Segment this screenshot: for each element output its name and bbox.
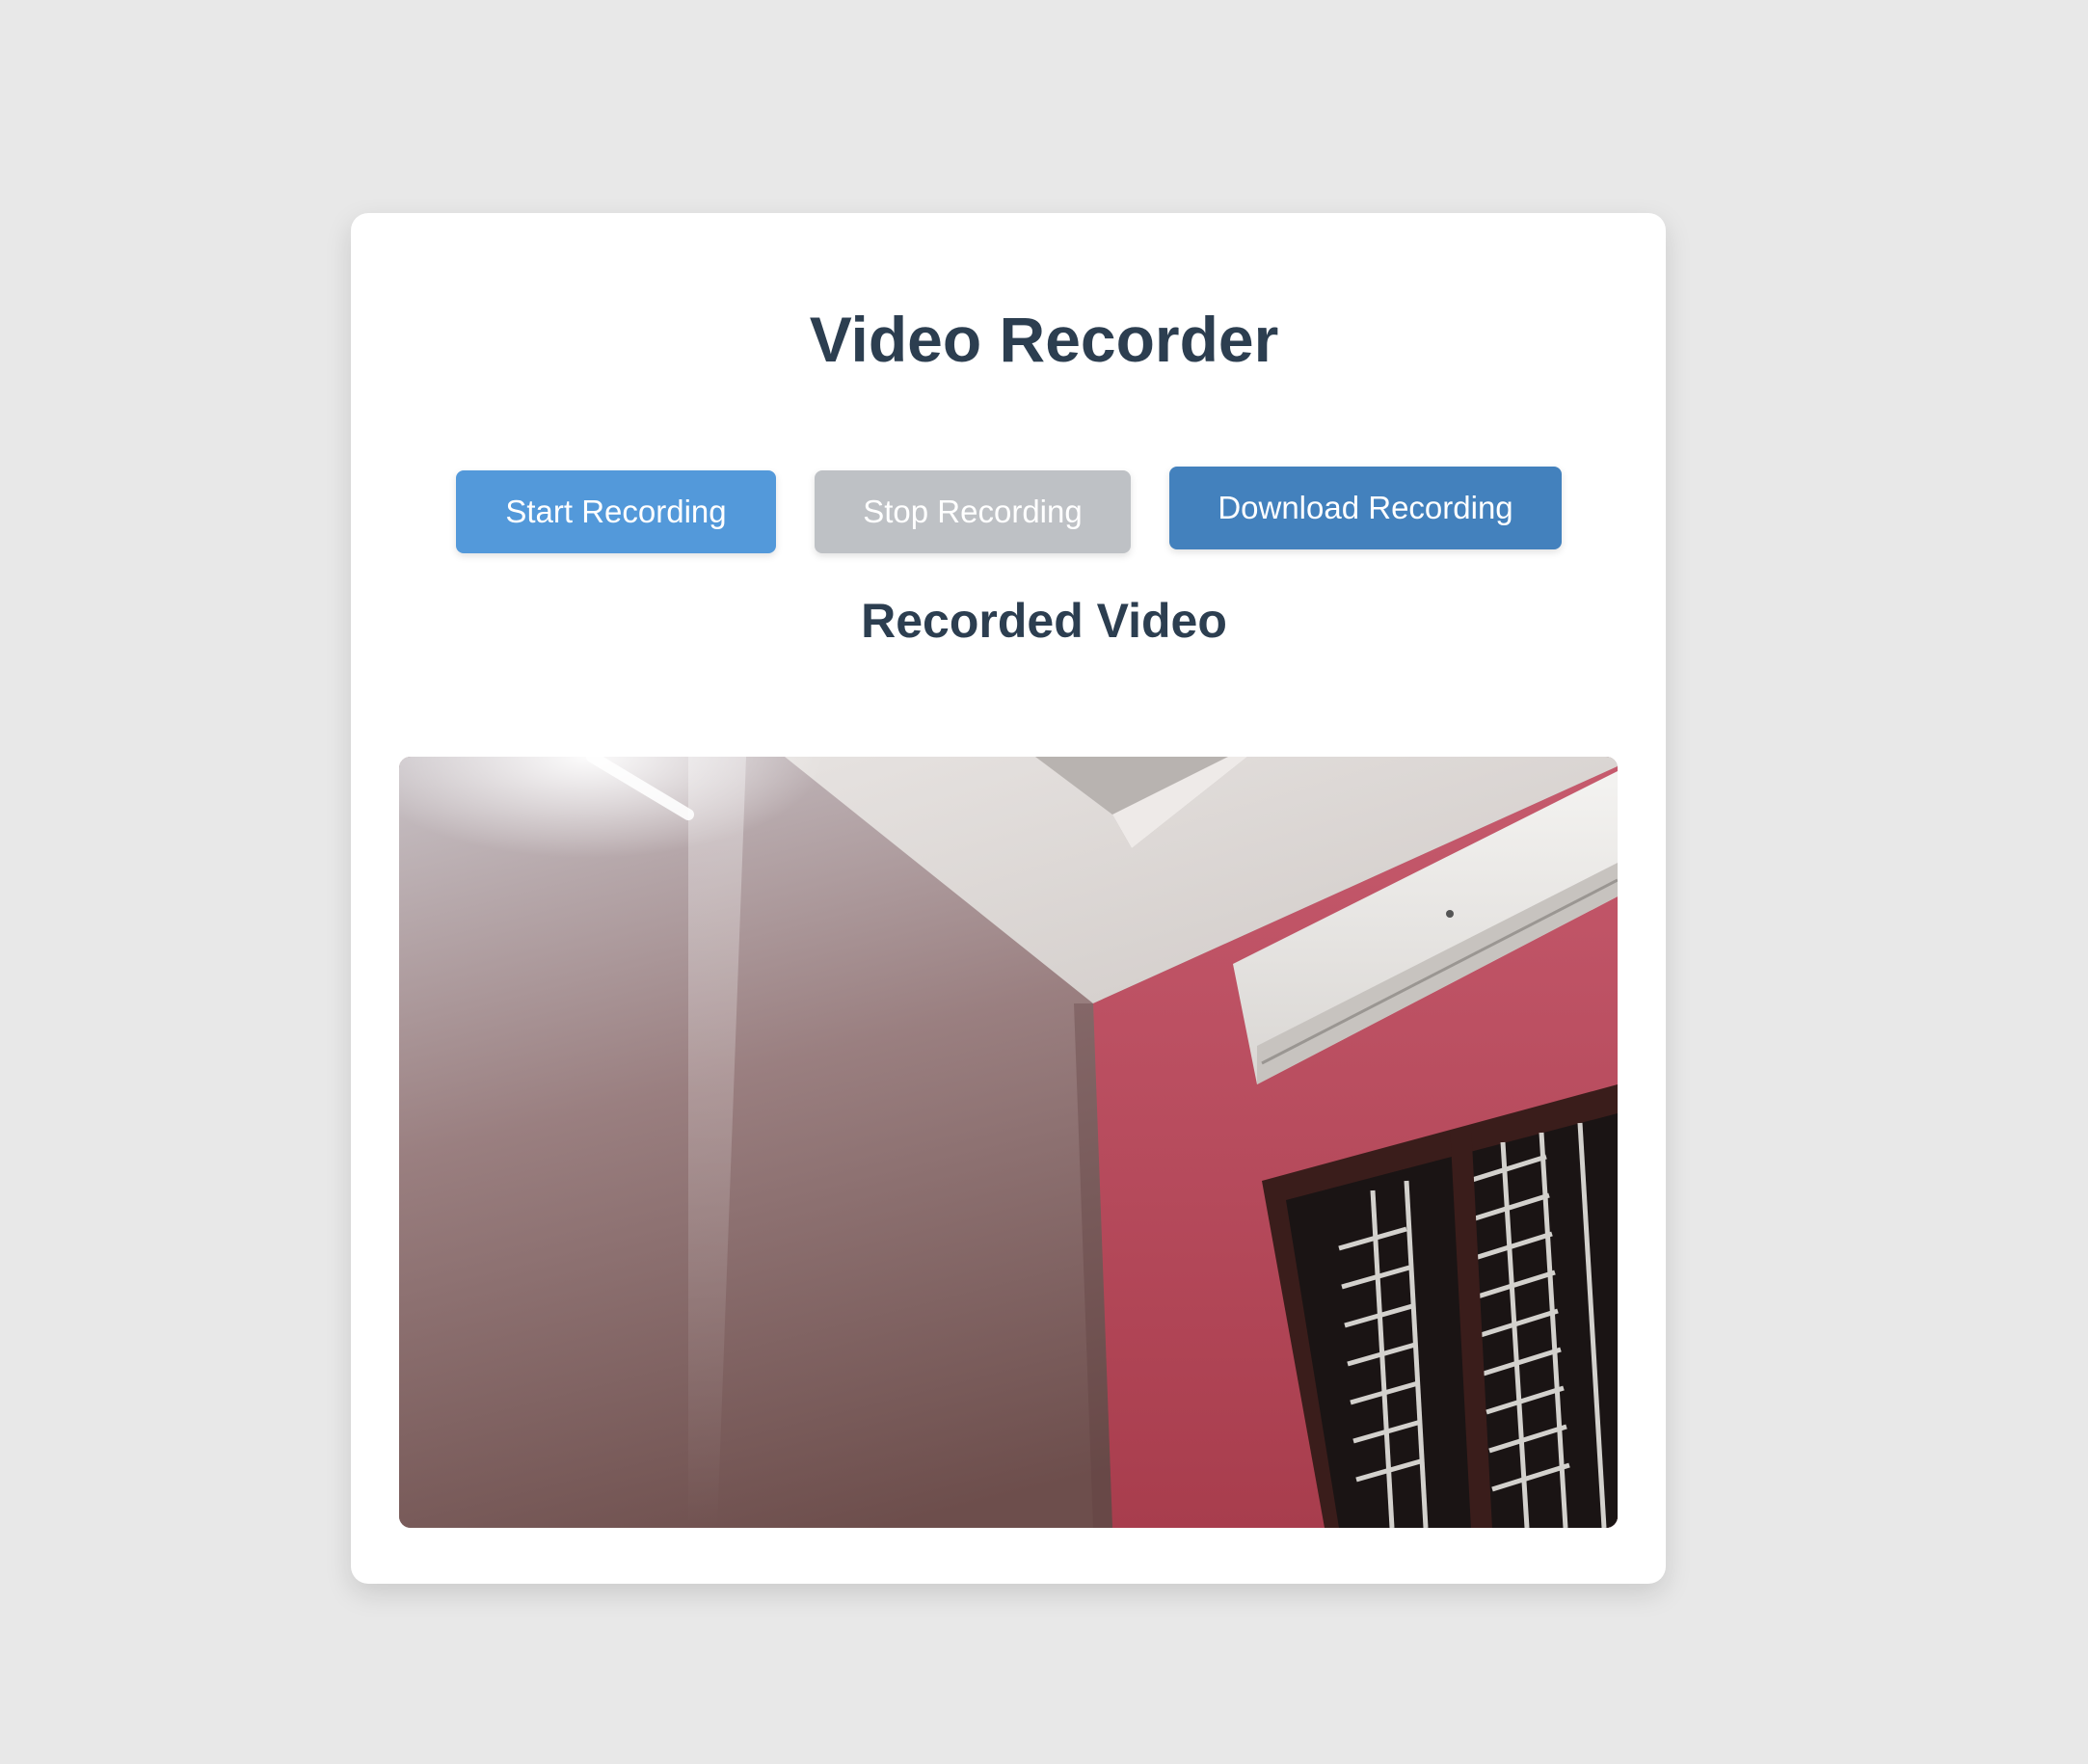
recorded-video-heading: Recorded Video — [861, 594, 1227, 648]
download-recording-button[interactable]: Download Recording — [1169, 467, 1562, 549]
video-frame — [399, 757, 1618, 1528]
recorded-video-player[interactable] — [399, 757, 1618, 1528]
stop-recording-button[interactable]: Stop Recording — [815, 470, 1131, 553]
page-title: Video Recorder — [809, 304, 1279, 375]
start-recording-button[interactable]: Start Recording — [456, 470, 776, 553]
